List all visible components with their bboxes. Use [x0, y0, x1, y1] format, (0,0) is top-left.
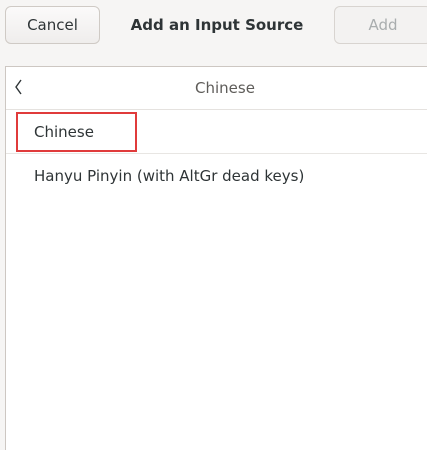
list-item-label: Hanyu Pinyin (with AltGr dead keys)	[34, 166, 305, 185]
list-item-hanyu-pinyin[interactable]: Hanyu Pinyin (with AltGr dead keys)	[6, 154, 427, 197]
highlight-box	[16, 112, 137, 152]
cancel-button[interactable]: Cancel	[5, 6, 100, 44]
list-header-title: Chinese	[195, 79, 255, 97]
list-item-chinese[interactable]: Chinese	[6, 110, 427, 154]
header-bar: Cancel Add an Input Source Add	[0, 0, 427, 55]
list-header: Chinese	[6, 67, 427, 110]
add-button[interactable]: Add	[334, 6, 427, 44]
add-input-source-dialog: Cancel Add an Input Source Add Chinese C…	[0, 0, 427, 450]
dialog-title: Add an Input Source	[130, 16, 304, 34]
input-source-list: Chinese Chinese Hanyu Pinyin (with AltGr…	[5, 66, 427, 450]
chevron-left-icon[interactable]	[12, 78, 26, 96]
